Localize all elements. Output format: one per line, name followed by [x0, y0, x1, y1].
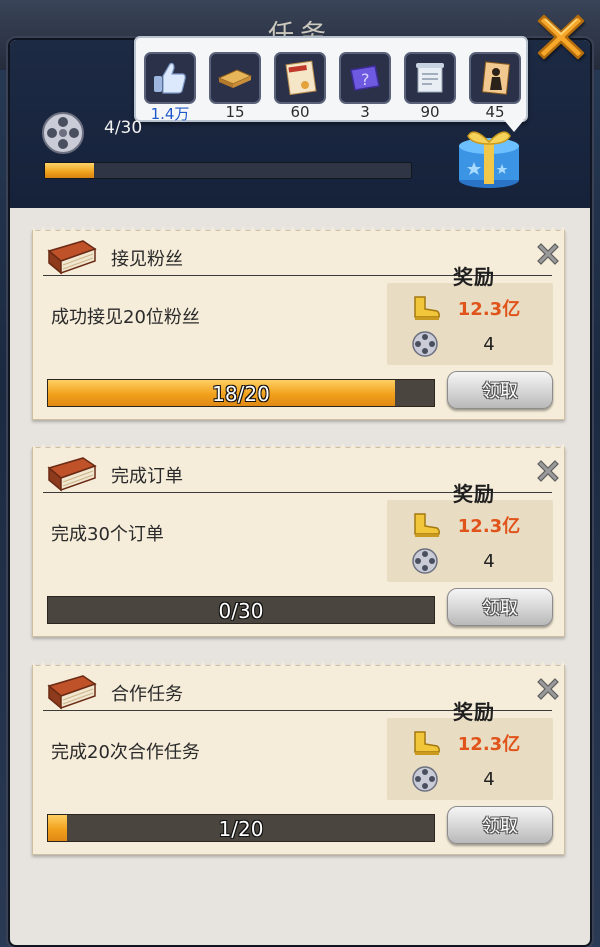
resource-permit[interactable]: 60: [272, 52, 328, 122]
gold-shoe-icon: [414, 513, 440, 537]
resource-mystery[interactable]: ? 3: [337, 52, 393, 122]
task-description: 成功接见20位粉丝: [51, 307, 200, 328]
task-progress-bar: 18/20: [47, 379, 435, 407]
film-reel-icon: [412, 548, 438, 574]
gold-shoe-icon: [414, 731, 440, 755]
reward-film-value: 4: [483, 550, 495, 572]
resource-planks-count: 15: [225, 103, 245, 121]
book-icon: [47, 240, 97, 275]
film-reel-icon: [412, 766, 438, 792]
wood-planks-icon: [209, 52, 261, 104]
reward-label: 奖励: [453, 265, 495, 289]
reward-gold-value: 12.3亿: [457, 734, 521, 755]
resource-bar: 1.4万 15 60 ? 3 90 45: [134, 36, 528, 132]
resource-mystery-count: 3: [360, 103, 370, 121]
task-title: 完成订单: [111, 466, 183, 487]
task-progress-text: 0/30: [218, 599, 264, 623]
resource-likes[interactable]: 1.4万: [142, 52, 198, 123]
film-reel-icon: [412, 331, 438, 357]
reward-gold-row: 12.3亿: [387, 508, 553, 542]
reward-label: 奖励: [453, 700, 495, 724]
resource-permit-count: 60: [290, 103, 310, 121]
reward-label: 奖励: [453, 482, 495, 506]
reward-panel: 12.3亿 4: [387, 718, 553, 800]
silhouette-card-icon: [469, 52, 521, 104]
reward-panel: 12.3亿 4: [387, 500, 553, 582]
task-description: 完成30个订单: [51, 524, 164, 545]
reward-film-row: 4: [387, 544, 553, 578]
claim-button[interactable]: 领取: [447, 371, 553, 409]
dismiss-x-icon[interactable]: [533, 674, 563, 704]
task-title: 接见粉丝: [111, 249, 183, 270]
task-card: 合作任务 完成20次合作任务 12.3亿 4 奖励 1/20 领取: [32, 662, 565, 855]
task-card: 接见粉丝 成功接见20位粉丝 12.3亿 4 奖励 18/20 领取: [32, 227, 565, 420]
reward-film-row: 4: [387, 327, 553, 361]
close-button[interactable]: [530, 6, 592, 68]
reward-gold-row: 12.3亿: [387, 726, 553, 760]
task-progress-bar: 0/30: [47, 596, 435, 624]
gift-box-icon[interactable]: [454, 124, 524, 190]
film-progress-fill: [45, 163, 94, 178]
book-icon: [47, 457, 97, 492]
resource-silhouette[interactable]: 45: [467, 52, 523, 122]
resource-likes-count: 1.4万: [150, 105, 190, 123]
task-progress-text: 1/20: [218, 817, 264, 841]
task-description: 完成20次合作任务: [51, 742, 200, 763]
dismiss-x-icon[interactable]: [533, 456, 563, 486]
mystery-card-icon: ?: [339, 52, 391, 104]
resource-scroll[interactable]: 90: [402, 52, 458, 122]
book-icon: [47, 675, 97, 710]
reward-film-row: 4: [387, 762, 553, 796]
claim-button[interactable]: 领取: [447, 588, 553, 626]
reward-film-value: 4: [483, 333, 495, 355]
film-progress-bar: [44, 162, 412, 179]
task-card: 完成订单 完成30个订单 12.3亿 4 奖励 0/30 领取: [32, 444, 565, 637]
dismiss-x-icon[interactable]: [533, 239, 563, 269]
task-title: 合作任务: [111, 684, 183, 705]
film-reel-icon: [42, 112, 84, 154]
scroll-map-icon: [404, 52, 456, 104]
thumbs-up-icon: [144, 52, 196, 104]
task-progress-text: 18/20: [212, 382, 270, 406]
close-x-icon: [537, 14, 585, 60]
reward-gold-value: 12.3亿: [457, 299, 521, 320]
claim-button[interactable]: 领取: [447, 806, 553, 844]
reward-panel: 12.3亿 4: [387, 283, 553, 365]
reward-gold-row: 12.3亿: [387, 291, 553, 325]
resource-scroll-count: 90: [420, 103, 440, 121]
gold-shoe-icon: [414, 296, 440, 320]
resource-silhouette-count: 45: [485, 103, 505, 121]
svg-text:?: ?: [361, 70, 370, 89]
task-progress-bar: 1/20: [47, 814, 435, 842]
reward-film-value: 4: [483, 768, 495, 790]
film-progress-label: 4/30: [104, 118, 143, 138]
work-permit-icon: [274, 52, 326, 104]
reward-gold-value: 12.3亿: [457, 516, 521, 537]
resource-planks[interactable]: 15: [207, 52, 263, 122]
